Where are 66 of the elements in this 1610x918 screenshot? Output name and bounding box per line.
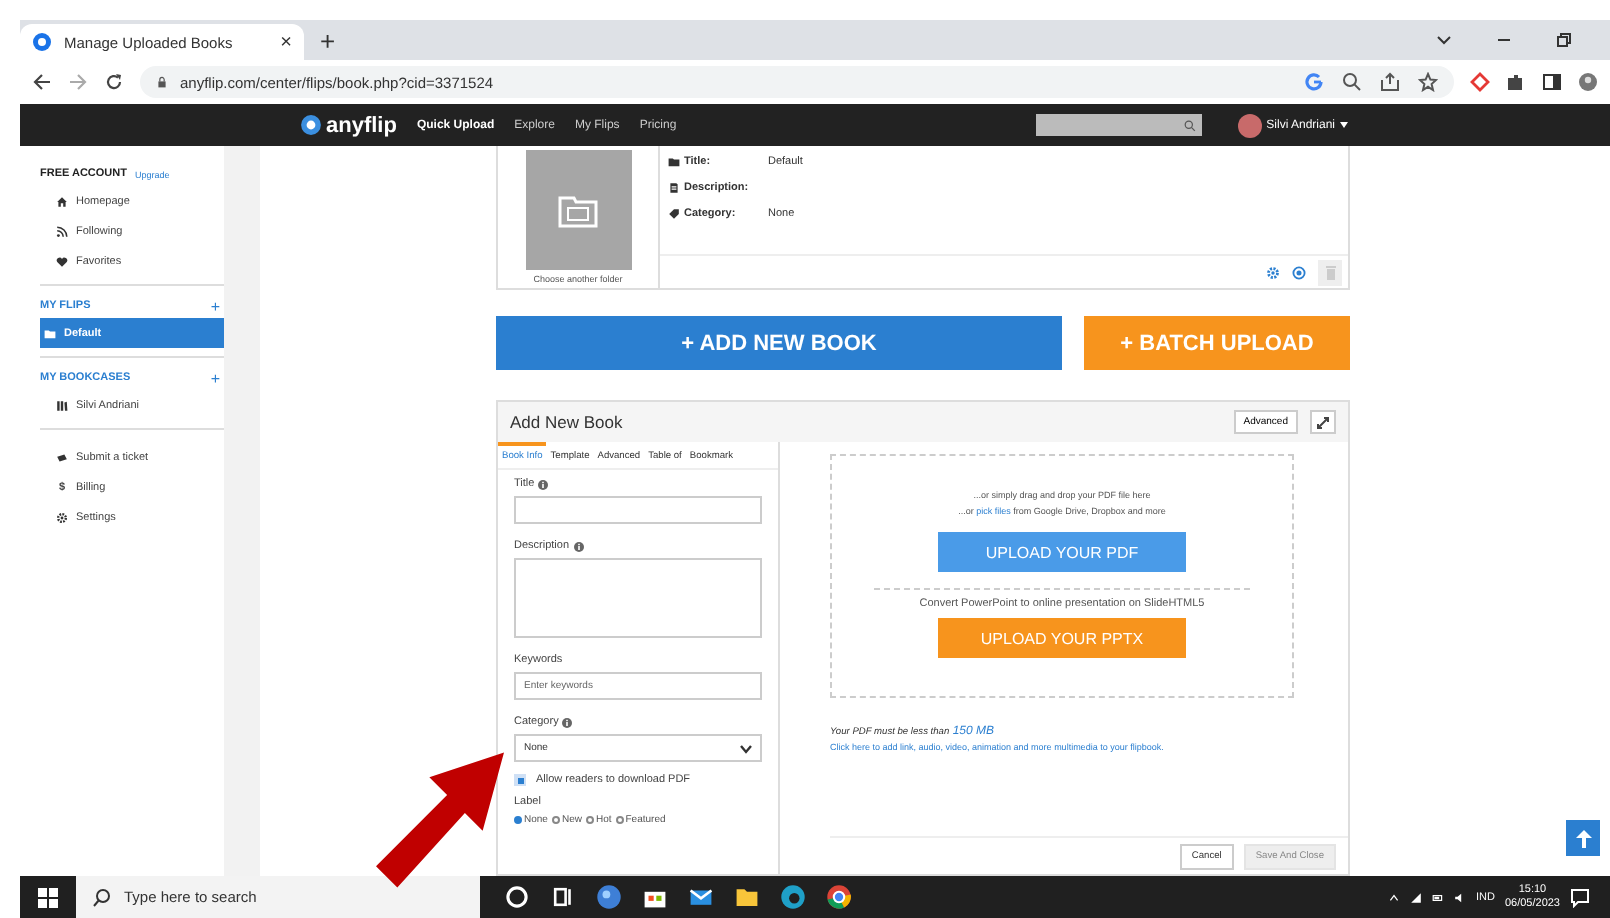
tag-icon <box>668 207 680 219</box>
chevron-up-icon[interactable] <box>1387 891 1400 903</box>
panel-title: Add New Book <box>510 412 623 432</box>
description-field[interactable] <box>514 558 762 638</box>
radio-button[interactable] <box>551 816 560 824</box>
folder-icon <box>668 155 680 167</box>
globe-app-icon[interactable] <box>596 884 622 910</box>
restore-icon[interactable] <box>1554 30 1574 50</box>
new-tab-button[interactable]: + <box>320 25 336 55</box>
network-icon[interactable] <box>1409 891 1422 903</box>
checkbox[interactable] <box>514 774 526 786</box>
puzzle-icon[interactable] <box>1506 72 1526 92</box>
heart-icon <box>56 255 68 267</box>
ticket-icon <box>56 451 68 463</box>
profile-icon[interactable] <box>1578 72 1598 92</box>
text-field[interactable] <box>514 496 762 524</box>
search-icon <box>1184 119 1197 131</box>
expand-icon <box>1316 415 1330 429</box>
site-logo[interactable]: anyflip <box>300 113 397 137</box>
avatar[interactable] <box>1238 113 1263 137</box>
target-icon[interactable] <box>1292 265 1306 279</box>
radio-button[interactable] <box>585 816 594 824</box>
task-view-icon[interactable] <box>550 884 576 910</box>
add-button[interactable]: + <box>210 297 220 315</box>
add-button[interactable]: + <box>210 369 220 387</box>
zoom-icon[interactable] <box>1342 72 1362 92</box>
gear-icon <box>56 511 68 523</box>
radio-button[interactable] <box>615 816 624 824</box>
cortana-icon[interactable] <box>504 884 530 910</box>
lock-icon <box>156 76 168 88</box>
globe-icon <box>32 32 52 52</box>
scroll-top-button[interactable] <box>1566 820 1600 856</box>
share-icon[interactable] <box>1380 72 1400 92</box>
folder-thumbnail <box>525 150 631 270</box>
mail-icon[interactable] <box>688 884 714 910</box>
reload-icon[interactable] <box>104 72 124 92</box>
sidebar-icon[interactable] <box>1542 72 1562 92</box>
back-icon[interactable] <box>32 72 52 92</box>
expand-button[interactable] <box>1310 410 1336 434</box>
notification-icon[interactable] <box>1570 887 1590 907</box>
folder-app-icon[interactable] <box>734 884 760 910</box>
windows-icon[interactable] <box>38 887 58 907</box>
books-icon <box>56 399 68 411</box>
trash-icon <box>1325 265 1335 279</box>
caret-icon <box>1339 122 1348 128</box>
extension-icon[interactable] <box>1470 72 1490 92</box>
add-new-book-button[interactable]: + ADD NEW BOOK <box>496 316 1062 370</box>
chrome-icon[interactable] <box>826 884 852 910</box>
home-icon <box>56 195 68 207</box>
search-field[interactable] <box>1036 114 1203 136</box>
battery-icon[interactable] <box>1431 891 1444 903</box>
folder-icon <box>44 327 56 339</box>
close-tab-button[interactable]: × <box>280 31 292 53</box>
arrow-drawing <box>376 752 504 888</box>
edge-icon[interactable] <box>780 884 806 910</box>
volume-icon[interactable] <box>1453 891 1466 903</box>
document-icon <box>668 181 680 193</box>
caret-icon <box>740 743 752 753</box>
search-icon <box>92 887 112 907</box>
chevron-down-icon[interactable] <box>1434 30 1454 50</box>
arrow-up-icon <box>1575 829 1591 847</box>
star-icon[interactable] <box>1418 72 1438 92</box>
radio-button[interactable] <box>514 816 522 824</box>
settings-icon[interactable] <box>1266 265 1280 279</box>
rss-icon <box>56 225 68 237</box>
g-logo-icon[interactable] <box>1304 72 1324 92</box>
